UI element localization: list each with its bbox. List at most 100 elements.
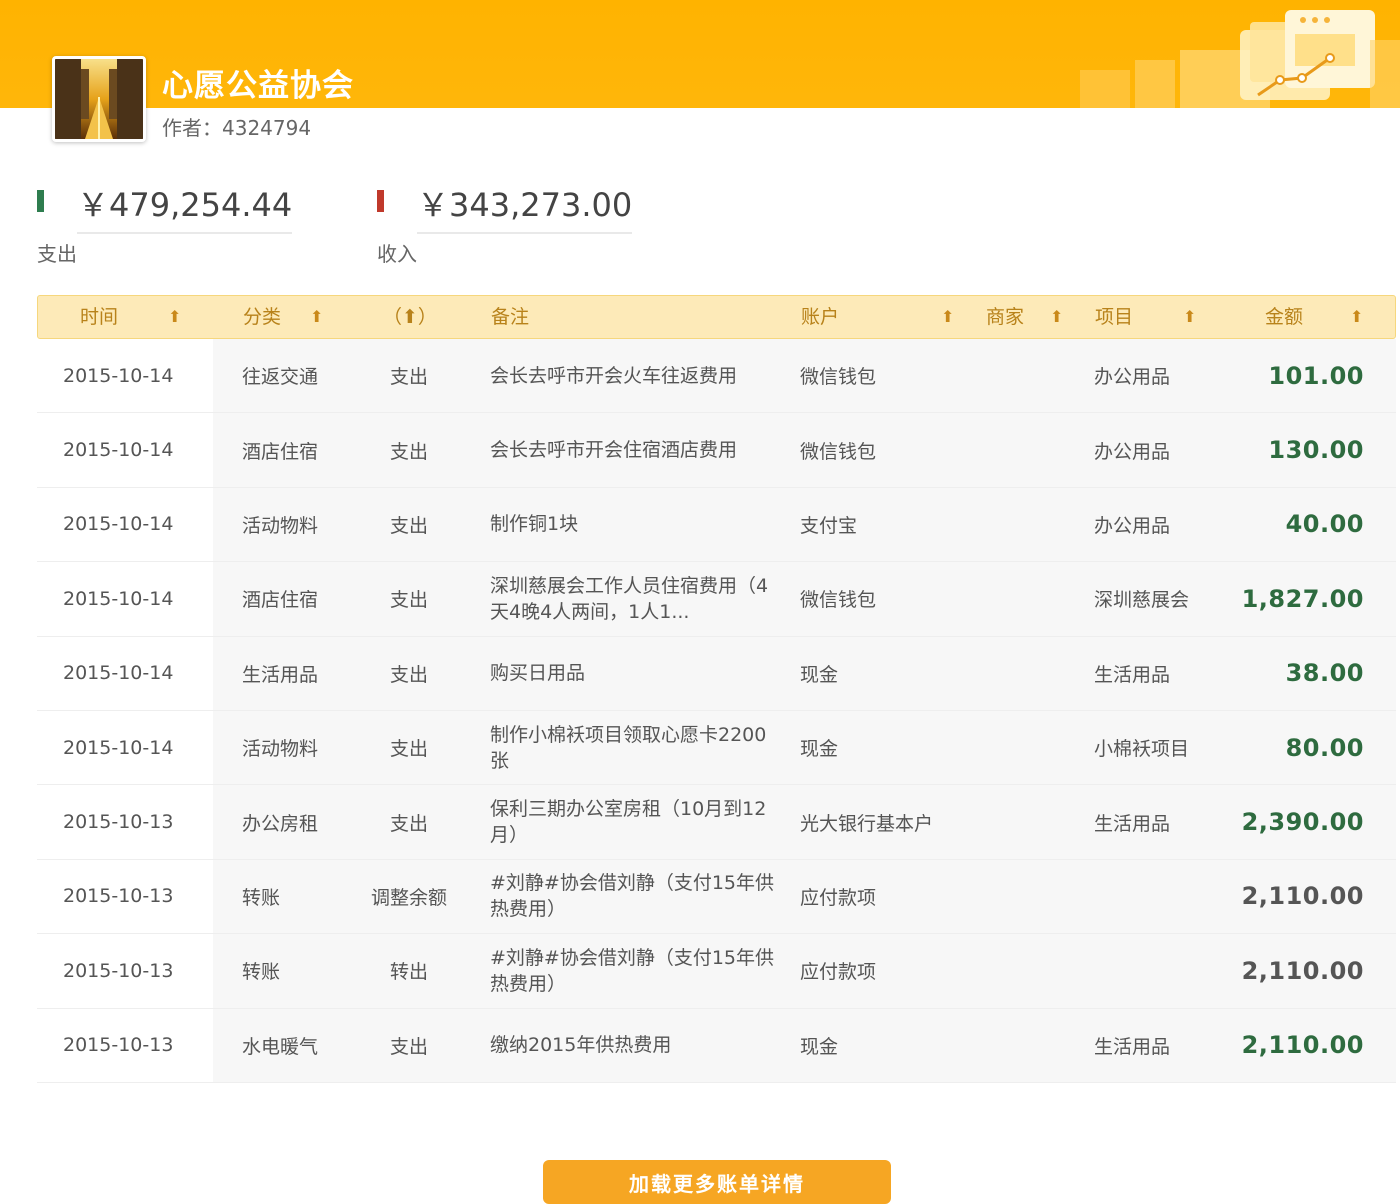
cell-account: 微信钱包 (800, 589, 877, 612)
cell-note: 制作小棉袄项目领取心愿卡2200张 (490, 723, 767, 772)
expense-label: 支出 (37, 242, 77, 266)
cell-amount: 2,110.00 (1241, 882, 1364, 911)
cell-date: 2015-10-13 (63, 959, 174, 982)
cell-type: 支出 (389, 514, 428, 537)
cell-amount: 40.00 (1285, 510, 1364, 539)
sort-category-up-arrow-icon[interactable]: ⬆ (310, 296, 323, 338)
cell-note: 制作铜1块 (490, 513, 579, 536)
org-name: 心愿公益协会 (162, 68, 354, 104)
table-row[interactable]: 2015-10-14 活动物料 支出 制作小棉袄项目领取心愿卡2200张 现金 … (37, 710, 1396, 786)
cell-project: 办公用品 (1094, 366, 1171, 389)
cell-account: 应付款项 (800, 886, 877, 909)
cell-note: 深圳慈展会工作人员住宿费用（4天4晚4人两间，1人1... (490, 574, 769, 623)
table-row[interactable]: 2015-10-13 转账 转出 #刘静#协会借刘静（支付15年供热费用） 应付… (37, 934, 1396, 1009)
cell-project: 生活用品 (1094, 1035, 1171, 1058)
table-row[interactable]: 2015-10-14 生活用品 支出 购买日用品 现金 生活用品 38.00 (37, 636, 1396, 711)
sort-merchant-up-arrow-icon[interactable]: ⬆ (1050, 296, 1063, 338)
cell-type: 支出 (389, 440, 428, 463)
cell-account: 光大银行基本户 (800, 812, 934, 835)
cell-amount: 38.00 (1285, 659, 1364, 688)
cell-category: 生活用品 (242, 663, 319, 686)
sort-time-up-arrow-icon[interactable]: ⬆ (168, 296, 181, 338)
header-amount[interactable]: 金额 (1265, 296, 1303, 338)
cell-amount: 2,110.00 (1241, 956, 1364, 985)
header-type[interactable]: （⬆） (383, 296, 437, 338)
cell-project: 深圳慈展会 (1094, 589, 1190, 612)
cell-project: 办公用品 (1094, 440, 1171, 463)
cell-category: 活动物料 (242, 514, 319, 537)
cell-note: 保利三期办公室房租（10月到12月） (490, 798, 767, 847)
cell-amount: 80.00 (1285, 733, 1364, 762)
cell-category: 往返交通 (242, 366, 319, 389)
cell-category: 活动物料 (242, 738, 319, 761)
sort-account-up-arrow-icon[interactable]: ⬆ (941, 296, 954, 338)
org-avatar[interactable] (52, 56, 146, 142)
cell-date: 2015-10-13 (63, 885, 174, 908)
table-row[interactable]: 2015-10-13 办公房租 支出 保利三期办公室房租（10月到12月） 光大… (37, 785, 1396, 860)
cell-account: 支付宝 (800, 514, 858, 537)
cell-amount: 101.00 (1268, 361, 1364, 390)
author-label: 作者：4324794 (162, 116, 312, 140)
cell-project: 办公用品 (1094, 514, 1171, 537)
cell-date: 2015-10-13 (63, 811, 174, 834)
header-project[interactable]: 项目 (1095, 296, 1133, 338)
cell-date: 2015-10-14 (63, 513, 174, 536)
cell-account: 现金 (800, 738, 839, 761)
cell-account: 现金 (800, 1035, 839, 1058)
cell-note: #刘静#协会借刘静（支付15年供热费用） (490, 946, 775, 995)
table-row[interactable]: 2015-10-13 转账 调整余额 #刘静#协会借刘静（支付15年供热费用） … (37, 859, 1396, 935)
cell-type: 支出 (389, 366, 428, 389)
cell-amount: 2,390.00 (1241, 808, 1364, 837)
cell-date: 2015-10-14 (63, 662, 174, 685)
cell-type: 支出 (389, 812, 428, 835)
cell-type: 调整余额 (370, 886, 447, 909)
header-category[interactable]: 分类 (243, 296, 281, 338)
cell-type: 支出 (389, 1035, 428, 1058)
cell-note: 会长去呼市开会住宿酒店费用 (490, 439, 738, 462)
cell-account: 微信钱包 (800, 440, 877, 463)
table-row[interactable]: 2015-10-14 往返交通 支出 会长去呼市开会火车往返费用 微信钱包 办公… (37, 339, 1396, 414)
cell-category: 酒店住宿 (242, 440, 319, 463)
table-row[interactable]: 2015-10-14 活动物料 支出 制作铜1块 支付宝 办公用品 40.00 (37, 487, 1396, 563)
chart-illustration-icon (1080, 10, 1400, 108)
cell-note: #刘静#协会借刘静（支付15年供热费用） (490, 872, 775, 921)
income-label: 收入 (377, 242, 417, 266)
table-row[interactable]: 2015-10-14 酒店住宿 支出 深圳慈展会工作人员住宿费用（4天4晚4人两… (37, 562, 1396, 637)
cell-type: 支出 (389, 663, 428, 686)
cell-type: 支出 (389, 589, 428, 612)
header-account[interactable]: 账户 (801, 296, 839, 338)
load-more-button[interactable]: 加载更多账单详情 (543, 1160, 891, 1204)
cell-category: 转账 (242, 886, 281, 909)
cell-project: 小棉袄项目 (1094, 738, 1190, 761)
cell-amount: 130.00 (1268, 436, 1364, 465)
sort-amount-up-arrow-icon[interactable]: ⬆ (1350, 296, 1363, 338)
cell-note: 会长去呼市开会火车往返费用 (490, 364, 738, 387)
table-body: 2015-10-14 往返交通 支出 会长去呼市开会火车往返费用 微信钱包 办公… (37, 339, 1396, 1083)
cell-account: 应付款项 (800, 961, 877, 984)
table-header: 时间 ⬆ 分类 ⬆ （⬆） 备注 账户 ⬆ 商家 ⬆ 项目 ⬆ 金额 ⬆ (37, 295, 1396, 339)
cell-amount: 1,827.00 (1241, 584, 1364, 613)
header-merchant[interactable]: 商家 (986, 296, 1024, 338)
cell-category: 水电暖气 (242, 1035, 319, 1058)
sort-project-up-arrow-icon[interactable]: ⬆ (1183, 296, 1196, 338)
income-color-bar (377, 190, 384, 212)
bill-table: 时间 ⬆ 分类 ⬆ （⬆） 备注 账户 ⬆ 商家 ⬆ 项目 ⬆ 金额 ⬆ 201… (37, 295, 1396, 1083)
cell-account: 微信钱包 (800, 366, 877, 389)
expense-amount: ￥479,254.44 (77, 180, 293, 234)
cell-category: 办公房租 (242, 812, 319, 835)
cell-date: 2015-10-14 (63, 439, 174, 462)
cell-type: 转出 (389, 961, 428, 984)
cell-project: 生活用品 (1094, 812, 1171, 835)
street-photo-icon (55, 59, 143, 139)
header-note: 备注 (491, 306, 530, 328)
cell-note: 缴纳2015年供热费用 (490, 1034, 672, 1057)
table-row[interactable]: 2015-10-13 水电暖气 支出 缴纳2015年供热费用 现金 生活用品 2… (37, 1008, 1396, 1083)
cell-project: 生活用品 (1094, 663, 1171, 686)
cell-account: 现金 (800, 663, 839, 686)
header-time[interactable]: 时间 (80, 296, 118, 338)
table-row[interactable]: 2015-10-14 酒店住宿 支出 会长去呼市开会住宿酒店费用 微信钱包 办公… (37, 413, 1396, 488)
cell-category: 转账 (242, 961, 281, 984)
cell-date: 2015-10-14 (63, 736, 174, 759)
cell-date: 2015-10-13 (63, 1034, 174, 1057)
cell-type: 支出 (389, 738, 428, 761)
